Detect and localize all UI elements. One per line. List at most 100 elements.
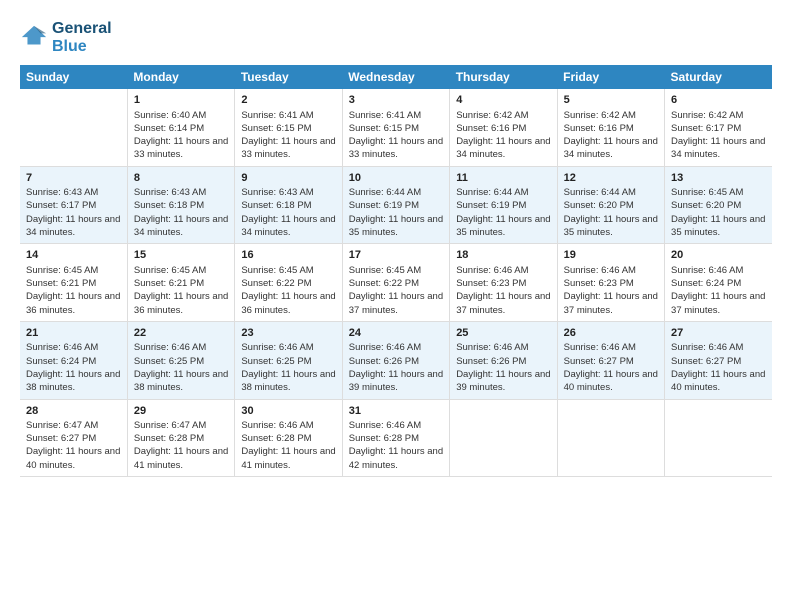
- day-number: 9: [241, 171, 335, 186]
- sunset-info: Sunset: 6:28 PM: [134, 433, 204, 444]
- daylight-info: Daylight: 11 hours and 40 minutes.: [671, 369, 765, 393]
- sunrise-info: Sunrise: 6:45 AM: [241, 265, 313, 276]
- sunset-info: Sunset: 6:28 PM: [241, 433, 311, 444]
- calendar-cell: 17 Sunrise: 6:45 AM Sunset: 6:22 PM Dayl…: [342, 244, 449, 322]
- sunrise-info: Sunrise: 6:40 AM: [134, 110, 206, 121]
- day-number: 29: [134, 404, 228, 419]
- sunrise-info: Sunrise: 6:46 AM: [564, 342, 636, 353]
- sunrise-info: Sunrise: 6:46 AM: [134, 342, 206, 353]
- daylight-info: Daylight: 11 hours and 35 minutes.: [456, 214, 550, 238]
- calendar-cell: [20, 89, 127, 166]
- daylight-info: Daylight: 11 hours and 35 minutes.: [564, 214, 658, 238]
- daylight-info: Daylight: 11 hours and 40 minutes.: [564, 369, 658, 393]
- day-number: 16: [241, 248, 335, 263]
- calendar-cell: 13 Sunrise: 6:45 AM Sunset: 6:20 PM Dayl…: [665, 166, 772, 244]
- calendar-cell: 28 Sunrise: 6:47 AM Sunset: 6:27 PM Dayl…: [20, 399, 127, 477]
- sunset-info: Sunset: 6:22 PM: [349, 278, 419, 289]
- sunset-info: Sunset: 6:18 PM: [134, 200, 204, 211]
- daylight-info: Daylight: 11 hours and 34 minutes.: [241, 214, 335, 238]
- sunrise-info: Sunrise: 6:43 AM: [134, 187, 206, 198]
- sunrise-info: Sunrise: 6:45 AM: [134, 265, 206, 276]
- sunset-info: Sunset: 6:16 PM: [456, 123, 526, 134]
- day-number: 23: [241, 326, 335, 341]
- col-header-saturday: Saturday: [665, 65, 772, 89]
- sunset-info: Sunset: 6:23 PM: [456, 278, 526, 289]
- daylight-info: Daylight: 11 hours and 36 minutes.: [241, 291, 335, 315]
- sunset-info: Sunset: 6:27 PM: [26, 433, 96, 444]
- sunset-info: Sunset: 6:21 PM: [134, 278, 204, 289]
- sunrise-info: Sunrise: 6:42 AM: [564, 110, 636, 121]
- day-number: 8: [134, 171, 228, 186]
- page: General Blue SundayMondayTuesdayWednesda…: [0, 0, 792, 612]
- daylight-info: Daylight: 11 hours and 33 minutes.: [241, 136, 335, 160]
- calendar-cell: 23 Sunrise: 6:46 AM Sunset: 6:25 PM Dayl…: [235, 321, 342, 399]
- calendar-cell: 22 Sunrise: 6:46 AM Sunset: 6:25 PM Dayl…: [127, 321, 234, 399]
- calendar-week-5: 28 Sunrise: 6:47 AM Sunset: 6:27 PM Dayl…: [20, 399, 772, 477]
- sunrise-info: Sunrise: 6:46 AM: [456, 342, 528, 353]
- daylight-info: Daylight: 11 hours and 35 minutes.: [671, 214, 765, 238]
- day-number: 2: [241, 93, 335, 108]
- sunrise-info: Sunrise: 6:45 AM: [349, 265, 421, 276]
- sunset-info: Sunset: 6:21 PM: [26, 278, 96, 289]
- day-number: 3: [349, 93, 443, 108]
- logo: General Blue: [20, 20, 112, 55]
- sunset-info: Sunset: 6:24 PM: [26, 356, 96, 367]
- day-number: 20: [671, 248, 766, 263]
- calendar-cell: 27 Sunrise: 6:46 AM Sunset: 6:27 PM Dayl…: [665, 321, 772, 399]
- calendar-cell: 1 Sunrise: 6:40 AM Sunset: 6:14 PM Dayli…: [127, 89, 234, 166]
- sunset-info: Sunset: 6:26 PM: [456, 356, 526, 367]
- calendar-cell: 11 Sunrise: 6:44 AM Sunset: 6:19 PM Dayl…: [450, 166, 557, 244]
- day-number: 21: [26, 326, 121, 341]
- sunset-info: Sunset: 6:19 PM: [349, 200, 419, 211]
- calendar-cell: 18 Sunrise: 6:46 AM Sunset: 6:23 PM Dayl…: [450, 244, 557, 322]
- day-number: 25: [456, 326, 550, 341]
- sunrise-info: Sunrise: 6:46 AM: [349, 342, 421, 353]
- daylight-info: Daylight: 11 hours and 34 minutes.: [564, 136, 658, 160]
- calendar-cell: [557, 399, 664, 477]
- sunset-info: Sunset: 6:25 PM: [241, 356, 311, 367]
- calendar-cell: 3 Sunrise: 6:41 AM Sunset: 6:15 PM Dayli…: [342, 89, 449, 166]
- daylight-info: Daylight: 11 hours and 41 minutes.: [134, 446, 228, 470]
- sunset-info: Sunset: 6:27 PM: [671, 356, 741, 367]
- sunrise-info: Sunrise: 6:41 AM: [349, 110, 421, 121]
- day-number: 12: [564, 171, 658, 186]
- sunset-info: Sunset: 6:14 PM: [134, 123, 204, 134]
- calendar-cell: 4 Sunrise: 6:42 AM Sunset: 6:16 PM Dayli…: [450, 89, 557, 166]
- calendar-week-3: 14 Sunrise: 6:45 AM Sunset: 6:21 PM Dayl…: [20, 244, 772, 322]
- day-number: 10: [349, 171, 443, 186]
- sunrise-info: Sunrise: 6:44 AM: [564, 187, 636, 198]
- daylight-info: Daylight: 11 hours and 34 minutes.: [26, 214, 120, 238]
- calendar-cell: 16 Sunrise: 6:45 AM Sunset: 6:22 PM Dayl…: [235, 244, 342, 322]
- day-number: 17: [349, 248, 443, 263]
- calendar-cell: [665, 399, 772, 477]
- calendar-cell: 12 Sunrise: 6:44 AM Sunset: 6:20 PM Dayl…: [557, 166, 664, 244]
- logo-icon: [20, 24, 48, 52]
- day-number: 28: [26, 404, 121, 419]
- day-number: 6: [671, 93, 766, 108]
- calendar-cell: 8 Sunrise: 6:43 AM Sunset: 6:18 PM Dayli…: [127, 166, 234, 244]
- col-header-thursday: Thursday: [450, 65, 557, 89]
- calendar-cell: 2 Sunrise: 6:41 AM Sunset: 6:15 PM Dayli…: [235, 89, 342, 166]
- sunset-info: Sunset: 6:20 PM: [671, 200, 741, 211]
- day-number: 15: [134, 248, 228, 263]
- sunrise-info: Sunrise: 6:47 AM: [26, 420, 98, 431]
- sunset-info: Sunset: 6:28 PM: [349, 433, 419, 444]
- calendar-cell: [450, 399, 557, 477]
- calendar-cell: 19 Sunrise: 6:46 AM Sunset: 6:23 PM Dayl…: [557, 244, 664, 322]
- sunrise-info: Sunrise: 6:45 AM: [671, 187, 743, 198]
- calendar-week-4: 21 Sunrise: 6:46 AM Sunset: 6:24 PM Dayl…: [20, 321, 772, 399]
- daylight-info: Daylight: 11 hours and 35 minutes.: [349, 214, 443, 238]
- calendar-header-row: SundayMondayTuesdayWednesdayThursdayFrid…: [20, 65, 772, 89]
- header: General Blue: [20, 20, 772, 55]
- day-number: 14: [26, 248, 121, 263]
- daylight-info: Daylight: 11 hours and 38 minutes.: [134, 369, 228, 393]
- sunset-info: Sunset: 6:15 PM: [349, 123, 419, 134]
- calendar-cell: 15 Sunrise: 6:45 AM Sunset: 6:21 PM Dayl…: [127, 244, 234, 322]
- sunset-info: Sunset: 6:17 PM: [671, 123, 741, 134]
- day-number: 24: [349, 326, 443, 341]
- day-number: 31: [349, 404, 443, 419]
- calendar-cell: 10 Sunrise: 6:44 AM Sunset: 6:19 PM Dayl…: [342, 166, 449, 244]
- sunset-info: Sunset: 6:17 PM: [26, 200, 96, 211]
- day-number: 18: [456, 248, 550, 263]
- logo-text-line1: General: [52, 20, 112, 38]
